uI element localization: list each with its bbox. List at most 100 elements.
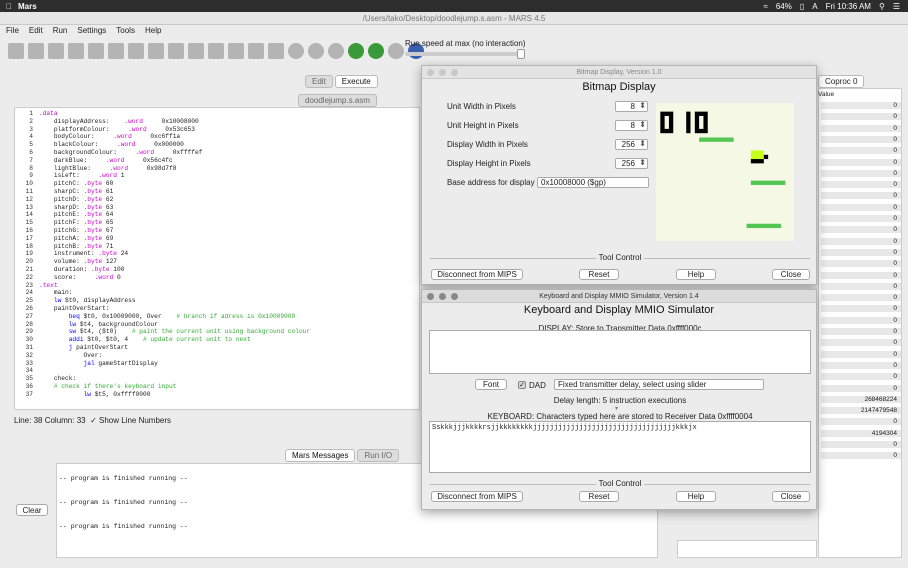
register-row[interactable] xyxy=(821,135,901,143)
code-line[interactable]: volume: .byte 127 xyxy=(39,258,310,266)
backstep-icon[interactable] xyxy=(328,43,344,59)
code-line[interactable]: .text xyxy=(39,282,310,290)
disconnect-button[interactable]: Disconnect from MIPS xyxy=(431,269,523,280)
input-source[interactable]: A xyxy=(812,2,817,11)
code-line[interactable]: sharpC: .byte 61 xyxy=(39,188,310,196)
tab-execute[interactable]: Execute xyxy=(334,75,378,88)
display-width-spinner[interactable]: 256 xyxy=(615,139,648,150)
code-line[interactable]: instrument: .byte 24 xyxy=(39,250,310,258)
zoom-dot-icon[interactable] xyxy=(451,293,458,300)
run-speed-slider-thumb[interactable] xyxy=(517,49,525,59)
code-line[interactable]: main: xyxy=(39,289,310,297)
register-row[interactable] xyxy=(821,102,901,109)
close-dot-icon[interactable] xyxy=(427,69,434,76)
register-row[interactable] xyxy=(821,373,901,381)
font-button[interactable]: Font xyxy=(475,379,507,390)
clock[interactable]: Fri 10:36 AM xyxy=(826,2,871,11)
run-speed-slider[interactable] xyxy=(405,49,525,59)
code-line[interactable]: score: .word 0 xyxy=(39,274,310,282)
redo-icon[interactable] xyxy=(168,43,184,59)
wifi-icon[interactable]: ≈ xyxy=(763,2,767,11)
dad-checkbox[interactable]: ✓ xyxy=(518,381,526,389)
code-line[interactable]: isLeft: .word 1 xyxy=(39,172,310,180)
copy-icon[interactable] xyxy=(208,43,224,59)
paste-icon[interactable] xyxy=(228,43,244,59)
menu-help[interactable]: Help xyxy=(145,25,161,36)
apple-icon[interactable]:  xyxy=(6,2,12,11)
reset-button[interactable]: Reset xyxy=(579,491,619,502)
register-row[interactable] xyxy=(821,339,901,347)
clear-button[interactable]: Clear xyxy=(16,504,48,516)
register-row[interactable] xyxy=(821,203,901,211)
code-line[interactable]: backgroundColour: .word 0xffffef xyxy=(39,149,310,157)
code-line[interactable]: pitchD: .byte 62 xyxy=(39,196,310,204)
search-icon[interactable]: ⚲ xyxy=(879,2,885,11)
register-row[interactable] xyxy=(821,237,901,245)
code-line[interactable]: pitchA: .byte 69 xyxy=(39,235,310,243)
register-row[interactable] xyxy=(821,418,901,426)
print-icon[interactable] xyxy=(88,43,104,59)
code-line[interactable]: displayAddress: .word 0x10008000 xyxy=(39,118,310,126)
code-line[interactable]: j paintOverStart xyxy=(39,344,310,352)
cut-icon[interactable] xyxy=(188,43,204,59)
help-button[interactable]: Help xyxy=(676,491,716,502)
step-icon[interactable] xyxy=(308,43,324,59)
zoom-dot-icon[interactable] xyxy=(451,69,458,76)
tab-coproc0[interactable]: Coproc 0 xyxy=(818,75,865,88)
code-text[interactable]: .data displayAddress: .word 0x10008000 p… xyxy=(39,110,310,398)
battery-percent[interactable]: 64% xyxy=(776,2,792,11)
code-line[interactable]: lightBlue: .word 0x98d7f8 xyxy=(39,165,310,173)
run-icon[interactable] xyxy=(288,43,304,59)
code-line[interactable]: sharpD: .byte 63 xyxy=(39,204,310,212)
file-tab[interactable]: doodlejump.s.asm xyxy=(298,94,377,107)
close-dot-icon[interactable] xyxy=(427,293,434,300)
assemble-icon[interactable] xyxy=(128,43,144,59)
register-row[interactable] xyxy=(821,248,901,256)
unit-height-spinner[interactable]: 8 xyxy=(615,120,648,131)
register-row[interactable] xyxy=(821,181,901,189)
menu-file[interactable]: File xyxy=(6,25,19,36)
app-name[interactable]: Mars xyxy=(18,2,37,11)
minimize-dot-icon[interactable] xyxy=(439,69,446,76)
tab-mars-messages[interactable]: Mars Messages xyxy=(285,449,356,462)
code-line[interactable]: darkBlue: .word 0x56c4fc xyxy=(39,157,310,165)
code-line[interactable]: pitchG: .byte 67 xyxy=(39,227,310,235)
register-row[interactable] xyxy=(821,271,901,279)
register-row[interactable] xyxy=(821,441,901,448)
unit-width-spinner[interactable]: 8 xyxy=(615,101,648,112)
code-line[interactable]: blackColour: .word 0x000000 xyxy=(39,141,310,149)
code-line[interactable]: lw $t5, 0xffff0000 xyxy=(39,391,310,399)
code-line[interactable]: duration: .byte 100 xyxy=(39,266,310,274)
save-all-icon[interactable] xyxy=(68,43,84,59)
reset-icon[interactable] xyxy=(388,43,404,59)
register-row[interactable] xyxy=(821,158,901,166)
register-row[interactable] xyxy=(821,361,901,369)
register-row[interactable] xyxy=(821,328,901,335)
code-line[interactable]: lw $t0, displayAddress xyxy=(39,297,310,305)
save-icon[interactable] xyxy=(48,43,64,59)
register-row[interactable] xyxy=(821,350,901,358)
code-line[interactable]: addi $t0, $t0, 4 # update current unit t… xyxy=(39,336,310,344)
control-center-icon[interactable]: ☰ xyxy=(893,2,900,11)
code-line[interactable]: paintOverStart: xyxy=(39,305,310,313)
tab-edit[interactable]: Edit xyxy=(305,75,333,88)
battery-icon[interactable]: ▯ xyxy=(800,2,804,11)
select-all-icon[interactable] xyxy=(268,43,284,59)
display-output-area[interactable] xyxy=(429,330,811,374)
register-row[interactable] xyxy=(821,215,901,222)
code-line[interactable]: jal gameStartDisplay xyxy=(39,360,310,368)
register-row[interactable] xyxy=(821,384,901,392)
close-button[interactable]: Close xyxy=(772,491,810,502)
code-line[interactable]: pitchC: .byte 60 xyxy=(39,180,310,188)
minimize-dot-icon[interactable] xyxy=(439,293,446,300)
code-line[interactable]: Over: xyxy=(39,352,310,360)
help-button[interactable]: Help xyxy=(676,269,716,280)
code-line[interactable]: pitchB: .byte 71 xyxy=(39,243,310,251)
delay-mode-select[interactable]: Fixed transmitter delay, select using sl… xyxy=(554,379,764,390)
undo-icon[interactable] xyxy=(148,43,164,59)
register-row[interactable] xyxy=(821,282,901,290)
register-row[interactable] xyxy=(821,260,901,268)
disconnect-button[interactable]: Disconnect from MIPS xyxy=(431,491,523,502)
code-line[interactable]: .data xyxy=(39,110,310,118)
register-row[interactable] xyxy=(821,147,901,155)
